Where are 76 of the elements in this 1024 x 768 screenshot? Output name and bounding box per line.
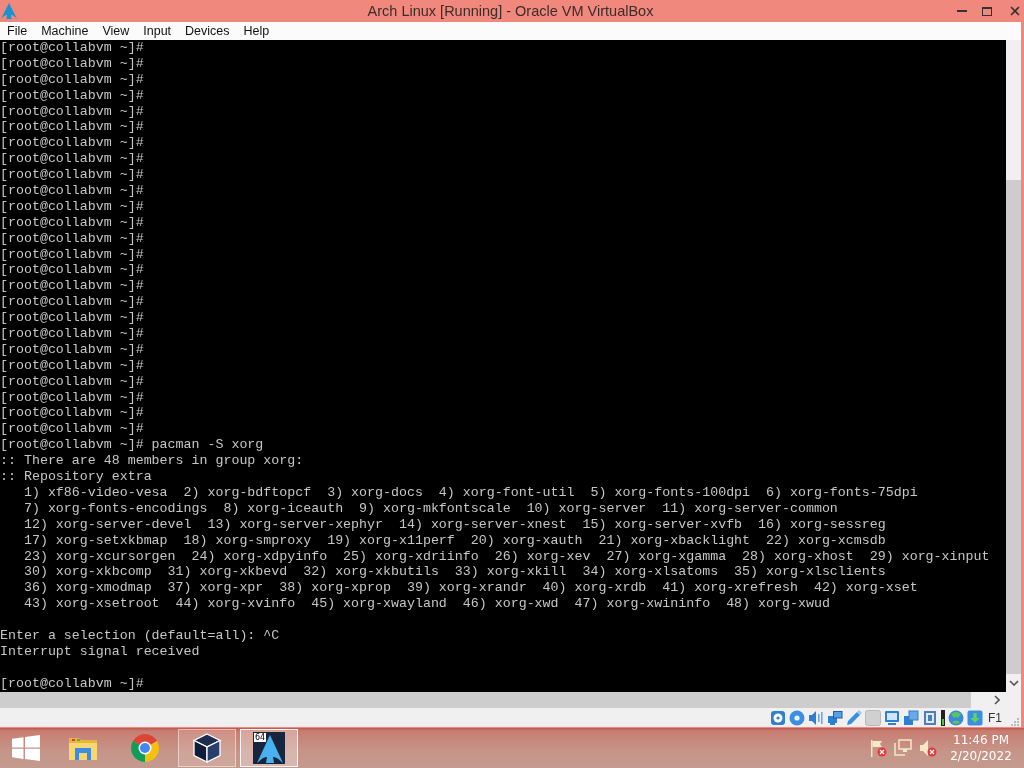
terminal-line: [root@collabvm ~]#	[0, 421, 144, 438]
menu-item[interactable]: Machine	[34, 22, 96, 40]
terminal-line: :: There are 48 members in group xorg:	[0, 453, 304, 470]
vertical-scrollbar[interactable]	[1006, 40, 1021, 692]
speaker-icon[interactable]	[919, 739, 937, 757]
network-icon[interactable]	[894, 739, 912, 757]
terminal-line: [root@collabvm ~]# pacman -S xorg	[0, 437, 264, 454]
terminal-line: [root@collabvm ~]#	[0, 373, 144, 390]
terminal-line: [root@collabvm ~]#	[0, 40, 144, 56]
terminal-line: 23) xorg-xcursorgen 24) xorg-xdpyinfo 25) xorg-xdriinfo 26) xorg-xev 27) xorg-xgamma 28) xorg-xhost 29) xorg-xinput	[22, 548, 990, 565]
taskbar-item[interactable]	[178, 729, 236, 767]
terminal-line: [root@collabvm ~]#	[0, 103, 144, 120]
terminal-line: [root@collabvm ~]#	[0, 71, 144, 88]
network-icon[interactable]	[827, 709, 843, 726]
terminal-line: 7) xorg-fonts-encodings 8) xorg-iceauth 9) xorg-mkfontscale 10) xorg-server 11) xorg-server-common	[22, 500, 838, 517]
windows-logo-icon	[12, 735, 40, 761]
terminal-line: 43) xorg-xsetroot 44) xorg-xvinfo 45) xorg-xwayland 46) xorg-xwd 47) xorg-xwininfo 48) xorg-xwud	[22, 596, 830, 613]
app-badge: 64	[254, 733, 267, 742]
chevron-right-icon	[994, 695, 1000, 705]
pencil-icon[interactable]	[846, 709, 862, 726]
terminal-line: 17) xorg-setxkbmap 18) xorg-smproxy 19) xorg-x11perf 20) xorg-xauth 21) xorg-xbacklight 22) xorg-xcmsdb	[22, 532, 886, 549]
terminal-line: [root@collabvm ~]#	[0, 389, 144, 406]
scrollbar-thumb[interactable]	[1006, 180, 1021, 674]
monitor-icon[interactable]	[884, 709, 900, 726]
terminal-line: [root@collabvm ~]#	[0, 262, 144, 279]
terminal-line: [root@collabvm ~]#	[0, 341, 144, 358]
terminal-line: Interrupt signal received	[0, 643, 200, 660]
menu-item[interactable]: Help	[236, 22, 277, 40]
maximize-icon	[981, 6, 992, 16]
arrow-down-icon[interactable]	[967, 709, 983, 726]
menu-item[interactable]: Devices	[178, 22, 237, 40]
terminal-line: [root@collabvm ~]#	[0, 357, 144, 374]
terminal-line: [root@collabvm ~]#	[0, 151, 144, 168]
terminal-line: 12) xorg-server-devel 13) xorg-server-xephyr 14) xorg-server-xnest 15) xorg-server-xvfb 16) xorg-sessreg	[22, 516, 886, 533]
terminal-line: [root@collabvm ~]#	[0, 214, 144, 231]
terminal-line: [root@collabvm ~]#	[0, 230, 144, 247]
terminal-line: 1) xf86-video-vesa 2) xorg-bdftopcf 3) xorg-docs 4) xorg-font-util 5) xorg-fonts-100dpi 6) xorg-fonts-75dpi	[22, 484, 918, 501]
terminal-line: [root@collabvm ~]#	[0, 294, 144, 311]
taskbar-item[interactable]: 64	[240, 729, 298, 767]
terminal-line: [root@collabvm ~]#	[0, 246, 144, 263]
terminal-line: [root@collabvm ~]#	[0, 167, 144, 183]
terminal-line: [root@collabvm ~]#	[0, 405, 144, 422]
minimize-icon	[956, 10, 967, 12]
terminal-line: [root@collabvm ~]#	[0, 55, 144, 72]
folder-icon	[68, 735, 98, 761]
resize-grip-icon[interactable]	[1011, 717, 1019, 726]
terminal-line: Enter a selection (default=all): ^C	[0, 627, 280, 644]
terminal-line: [root@collabvm ~]#	[0, 183, 144, 199]
terminal-line: [root@collabvm ~]#	[0, 278, 144, 295]
menu-item[interactable]: File	[0, 22, 35, 40]
terminal-line: 36) xorg-xmodmap 37) xorg-xpr 38) xorg-xprop 39) xorg-xrandr 40) xorg-xrdb 41) xorg-xrefresh 42) xorg-xset	[22, 580, 918, 597]
terminal-line: [root@collabvm ~]#	[0, 675, 144, 692]
nested-squares-icon[interactable]	[922, 709, 938, 726]
host-key-label: F1	[988, 710, 1002, 725]
close-icon	[1010, 6, 1020, 16]
terminal-line: 30) xorg-xkbcomp 31) xorg-xkbevd 32) xorg-xkbutils 33) xorg-xkill 34) xorg-xlsatoms 35) xorg-xlsclients	[22, 564, 886, 581]
terminal-line: [root@collabvm ~]#	[0, 198, 144, 215]
terminal-line: [root@collabvm ~]#	[0, 87, 144, 104]
tricolor-circle-icon	[130, 733, 160, 763]
terminal-line: [root@collabvm ~]#	[0, 135, 144, 152]
terminal-line: [root@collabvm ~]#	[0, 310, 144, 327]
window-title: Arch Linux [Running] - Oracle VM VirtualBox	[367, 3, 654, 19]
menu-item[interactable]: View	[95, 22, 137, 40]
speaker-icon[interactable]	[808, 709, 824, 726]
peak-logo-icon	[0, 2, 18, 20]
overlapping-squares-icon[interactable]	[903, 709, 919, 726]
flag-icon[interactable]	[869, 739, 887, 757]
chevron-down-icon	[1008, 680, 1019, 686]
meter-icon[interactable]	[941, 709, 945, 726]
terminal-line: [root@collabvm ~]#	[0, 326, 144, 342]
peak-logo-icon	[253, 732, 285, 764]
terminal-line: [root@collabvm ~]#	[0, 119, 144, 136]
terminal-line: :: Repository extra	[0, 469, 152, 485]
menu-item[interactable]: Input	[136, 22, 179, 40]
cube-icon	[192, 733, 222, 763]
disc-icon[interactable]	[789, 709, 805, 726]
